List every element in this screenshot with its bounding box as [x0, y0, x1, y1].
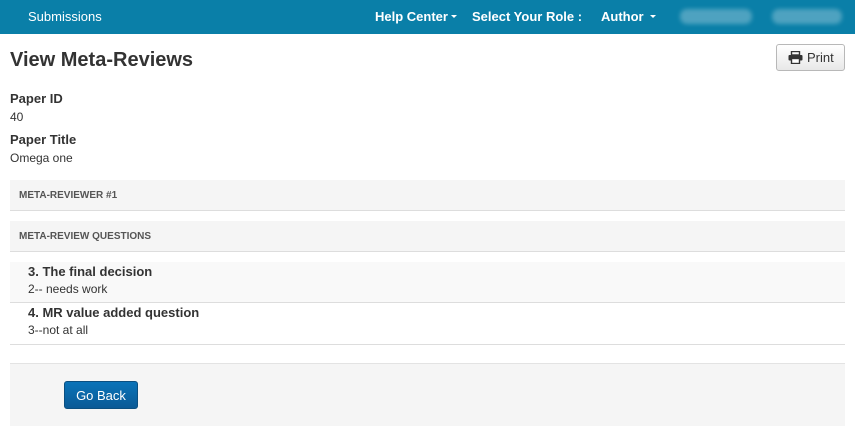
print-label: Print — [807, 50, 834, 65]
paper-title-label: Paper Title — [10, 132, 77, 147]
paper-title-value: Omega one — [10, 151, 73, 165]
question-row: 4. MR value added question 3--not at all — [10, 303, 845, 345]
caret-down-icon — [650, 15, 657, 19]
paper-id-value: 40 — [10, 110, 24, 124]
print-button[interactable]: Print — [776, 44, 845, 71]
role-label: Author — [601, 9, 644, 24]
question-answer: 2-- needs work — [28, 282, 108, 296]
form-actions-panel: Go Back — [10, 363, 845, 426]
role-dropdown[interactable]: Author — [601, 9, 657, 24]
top-navbar: Submissions Help Center Select Your Role… — [0, 0, 855, 34]
meta-review-questions-header: META-REVIEW QUESTIONS — [10, 221, 845, 252]
meta-reviewer-header: META-REVIEWER #1 — [10, 180, 845, 211]
question-answer: 3--not at all — [28, 323, 89, 337]
question-title: 3. The final decision — [28, 264, 153, 279]
nav-submissions-link[interactable]: Submissions — [28, 9, 102, 24]
caret-down-icon — [450, 15, 457, 19]
page-title: View Meta-Reviews — [10, 49, 194, 71]
question-row: 3. The final decision 2-- needs work — [10, 262, 845, 303]
help-center-label: Help Center — [375, 9, 448, 24]
go-back-button[interactable]: Go Back — [64, 381, 138, 409]
paper-id-label: Paper ID — [10, 91, 63, 106]
select-role-label: Select Your Role : — [472, 9, 583, 24]
question-title: 4. MR value added question — [28, 305, 200, 320]
blurred-nav-item[interactable] — [680, 9, 752, 24]
nav-help-center-dropdown[interactable]: Help Center — [375, 9, 457, 24]
printer-icon — [788, 51, 803, 64]
blurred-nav-item[interactable] — [772, 9, 842, 24]
